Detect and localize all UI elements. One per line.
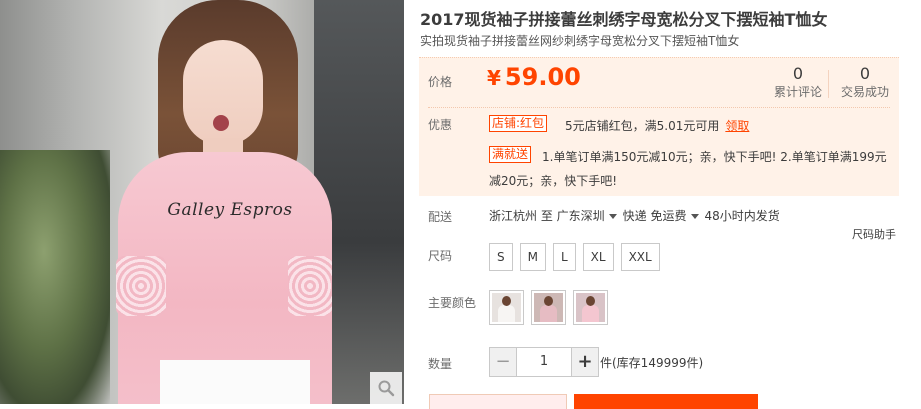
model-pants: [160, 360, 310, 404]
color-swatch-pink[interactable]: [573, 290, 608, 325]
swatch-shirt: [540, 305, 557, 322]
reviews-stat[interactable]: 0 累计评论: [770, 64, 826, 100]
shop-coupon-tag: 店铺:红包: [489, 115, 548, 132]
price-label: 价格: [428, 75, 453, 89]
lace-sleeve-left: [116, 256, 166, 316]
shop-coupon-text: 5元店铺红包，满5.01元可用 领取: [565, 117, 749, 134]
quantity-stepper: − 1 +: [489, 347, 599, 377]
quantity-label: 数量: [428, 357, 453, 371]
deals-label: 交易成功: [840, 85, 889, 99]
deals-stat: 0 交易成功: [837, 64, 893, 100]
discount-text-line1: 1.单笔订单满150元减10元；亲，快下手吧! 2.单笔订单满199元: [542, 150, 887, 164]
quantity-input[interactable]: 1: [516, 348, 572, 376]
size-option-s[interactable]: S: [489, 243, 513, 271]
stock-text: 件(库存149999件): [600, 356, 704, 370]
discount-tag: 满就送: [489, 146, 532, 163]
product-main-image[interactable]: Galley Espros: [0, 0, 404, 404]
size-options: S M L XL XXL: [489, 243, 660, 271]
size-label: 尺码: [428, 249, 453, 263]
lace-sleeve-right: [288, 256, 332, 316]
background-trees: [0, 150, 110, 404]
price-value: ¥59.00: [487, 63, 581, 91]
discount-text-line2: 减20元；亲，快下手吧!: [489, 174, 618, 188]
color-swatch-white[interactable]: [489, 290, 524, 325]
stat-divider: [828, 70, 829, 98]
product-title: 2017现货袖子拼接蕾丝刺绣字母宽松分叉下摆短袖T恤女: [420, 10, 828, 29]
magnifier-icon: [378, 380, 395, 397]
zoom-button[interactable]: [370, 372, 402, 404]
swatch-head: [502, 296, 511, 306]
caret-down-icon: [690, 213, 699, 219]
color-label: 主要颜色: [428, 296, 477, 310]
shirt-print-text: Galley Espros: [167, 200, 293, 220]
shipping-label: 配送: [428, 210, 453, 224]
currency-symbol: ¥: [487, 66, 501, 90]
product-subtitle: 实拍现货袖子拼接蕾丝网纱刺绣字母宽松分叉下摆短袖T恤女: [420, 34, 740, 48]
swatch-shirt: [498, 305, 515, 322]
swatch-head: [544, 296, 553, 306]
color-swatch-pink-dark[interactable]: [531, 290, 566, 325]
reviews-label: 累计评论: [773, 85, 822, 99]
add-to-cart-button[interactable]: [574, 394, 758, 409]
ship-dispatch: 48小时内发货: [704, 209, 780, 223]
size-option-l[interactable]: L: [552, 243, 576, 271]
shipping-row: 浙江杭州 至 广东深圳 快递 免运费 48小时内发货: [489, 207, 780, 224]
reviews-count: 0: [792, 64, 804, 83]
promo-divider: [428, 107, 890, 108]
ship-to-select[interactable]: 广东深圳: [557, 209, 623, 223]
price-amount: 59.00: [504, 63, 581, 91]
shop-coupon-desc: 5元店铺红包，满5.01元可用: [565, 119, 720, 133]
caret-down-icon: [608, 213, 617, 219]
ship-method: 快递 免运费: [622, 209, 687, 223]
promotions-label: 优惠: [428, 118, 453, 132]
size-option-m[interactable]: M: [519, 243, 546, 271]
size-helper-link[interactable]: 尺码助手: [852, 226, 896, 242]
ship-method-select[interactable]: 快递 免运费: [623, 209, 705, 223]
ship-from: 浙江杭州 至: [489, 209, 553, 223]
color-swatches: [489, 290, 608, 325]
swatch-shirt: [582, 305, 599, 322]
size-option-xxl[interactable]: XXL: [620, 243, 660, 271]
deals-count: 0: [859, 64, 871, 83]
swatch-head: [586, 296, 595, 306]
buy-now-button[interactable]: [429, 394, 567, 409]
ship-to: 广东深圳: [556, 209, 605, 223]
model-mouth: [213, 115, 229, 131]
quantity-increase-button[interactable]: +: [572, 348, 598, 376]
quantity-decrease-button[interactable]: −: [490, 348, 516, 376]
size-option-xl[interactable]: XL: [582, 243, 614, 271]
claim-coupon-link[interactable]: 领取: [725, 119, 749, 133]
